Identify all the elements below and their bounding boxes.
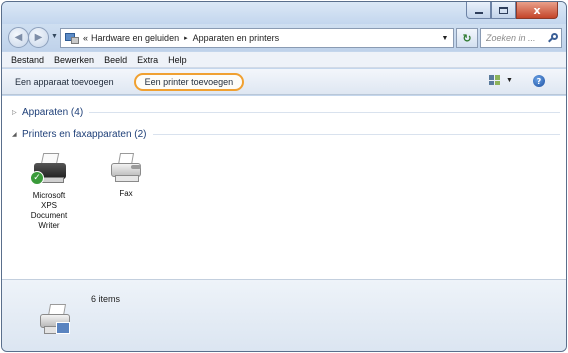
maximize-button[interactable]	[491, 2, 516, 19]
printer-camera-icon	[36, 304, 76, 338]
forward-arrow-icon: ▶	[34, 32, 43, 43]
maximize-icon	[499, 6, 508, 14]
close-icon: x	[533, 3, 541, 17]
fax-icon	[109, 153, 143, 187]
group-divider	[89, 111, 560, 113]
group-printers-title: Printers en faxapparaten (2)	[22, 128, 147, 140]
menu-beeld[interactable]: Beeld	[99, 55, 132, 65]
printer-item-fax[interactable]: Fax	[99, 153, 153, 199]
menu-help[interactable]: Help	[163, 55, 192, 65]
default-checkmark-icon: ✓	[30, 171, 44, 185]
items-view: ▷ Apparaten (4) ◢ Printers en faxapparat…	[2, 96, 566, 279]
add-printer-button[interactable]: Een printer toevoegen	[133, 72, 245, 91]
recent-pages-dropdown[interactable]: ▼	[51, 33, 58, 40]
group-devices-title: Apparaten (4)	[22, 106, 84, 118]
menu-bar: Bestand Bewerken Beeld Extra Help	[2, 52, 566, 68]
menu-extra[interactable]: Extra	[132, 55, 163, 65]
refresh-icon: ↻	[462, 31, 472, 45]
search-icon[interactable]	[548, 33, 558, 43]
close-button[interactable]: x	[516, 2, 558, 19]
printer-label: Fax	[119, 189, 133, 198]
menu-bewerken[interactable]: Bewerken	[49, 55, 99, 65]
refresh-button[interactable]: ↻	[456, 28, 478, 48]
collapse-arrow-icon[interactable]: ◢	[12, 131, 22, 138]
back-button[interactable]: ◀	[8, 27, 29, 48]
details-pane: 6 items	[2, 279, 566, 351]
group-printers[interactable]: ◢ Printers en faxapparaten (2)	[12, 127, 560, 141]
breadcrumb-devices-printers[interactable]: Apparaten en printers	[193, 33, 280, 43]
expand-arrow-icon[interactable]: ▷	[12, 109, 22, 116]
address-row: ◀ ▶ ▼ « Hardware en geluiden ▸ Apparaten…	[2, 24, 566, 51]
printer-default-icon: ✓	[30, 153, 68, 189]
address-dropdown-icon[interactable]: ▼	[437, 35, 453, 42]
minimize-button[interactable]	[466, 2, 491, 19]
printer-label: Microsoft XPS Document Writer	[30, 191, 68, 230]
caption-buttons: x	[466, 2, 558, 19]
breadcrumb-separator-icon[interactable]: ▸	[184, 34, 188, 42]
minimize-icon	[474, 12, 483, 14]
explorer-window: x ◀ ▶ ▼ « Hardware en geluiden ▸ Apparat…	[1, 1, 567, 352]
view-options-icon	[489, 75, 500, 85]
forward-button[interactable]: ▶	[28, 27, 49, 48]
address-bar[interactable]: « Hardware en geluiden ▸ Apparaten en pr…	[60, 28, 454, 48]
view-dropdown-icon[interactable]: ▼	[506, 77, 513, 84]
overflow-crumb-icon[interactable]: «	[83, 33, 88, 43]
printer-item-xps[interactable]: ✓ Microsoft XPS Document Writer	[22, 153, 76, 231]
command-bar: Een apparaat toevoegen Een printer toevo…	[2, 69, 566, 95]
add-device-button[interactable]: Een apparaat toevoegen	[9, 74, 120, 90]
control-panel-icon	[65, 32, 79, 44]
group-divider	[152, 133, 560, 135]
search-input[interactable]	[486, 33, 544, 43]
help-icon[interactable]: ?	[533, 75, 545, 87]
item-count: 6 items	[91, 294, 121, 304]
breadcrumb-hardware[interactable]: Hardware en geluiden	[91, 33, 179, 43]
group-devices[interactable]: ▷ Apparaten (4)	[12, 105, 560, 119]
title-bar[interactable]: x	[2, 2, 566, 24]
change-view-button[interactable]: ▼	[489, 75, 513, 85]
menu-bestand[interactable]: Bestand	[6, 55, 49, 65]
back-arrow-icon: ◀	[14, 32, 23, 43]
search-box[interactable]	[480, 28, 562, 48]
